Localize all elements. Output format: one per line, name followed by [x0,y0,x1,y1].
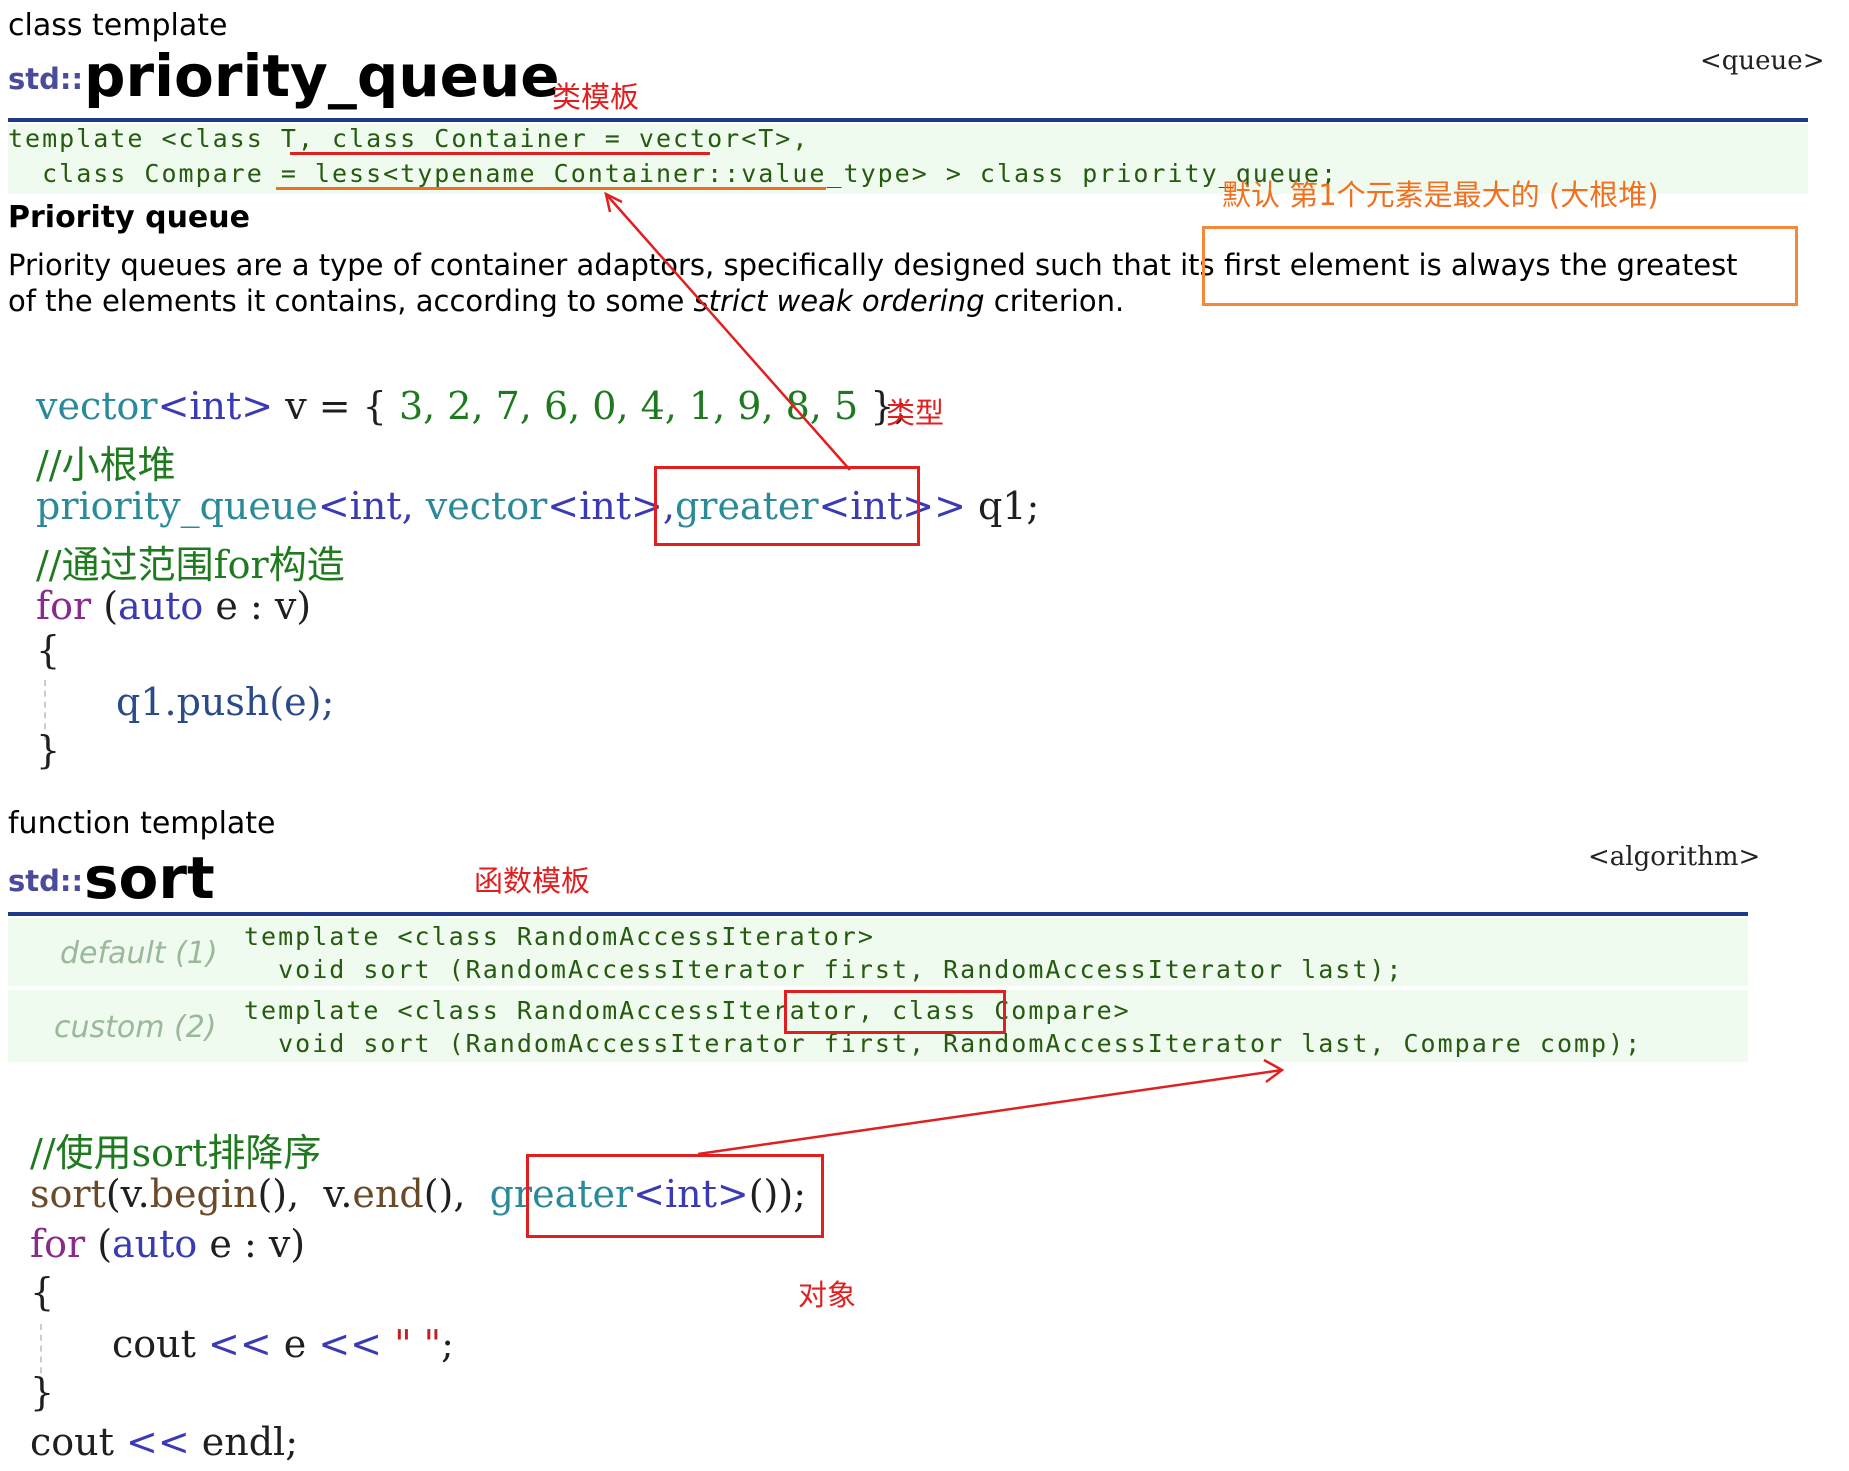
annotation-arrows [604,191,1285,1156]
arrow-greater-to-compare [605,193,851,471]
arrow-greater-to-comp [697,1068,1283,1156]
